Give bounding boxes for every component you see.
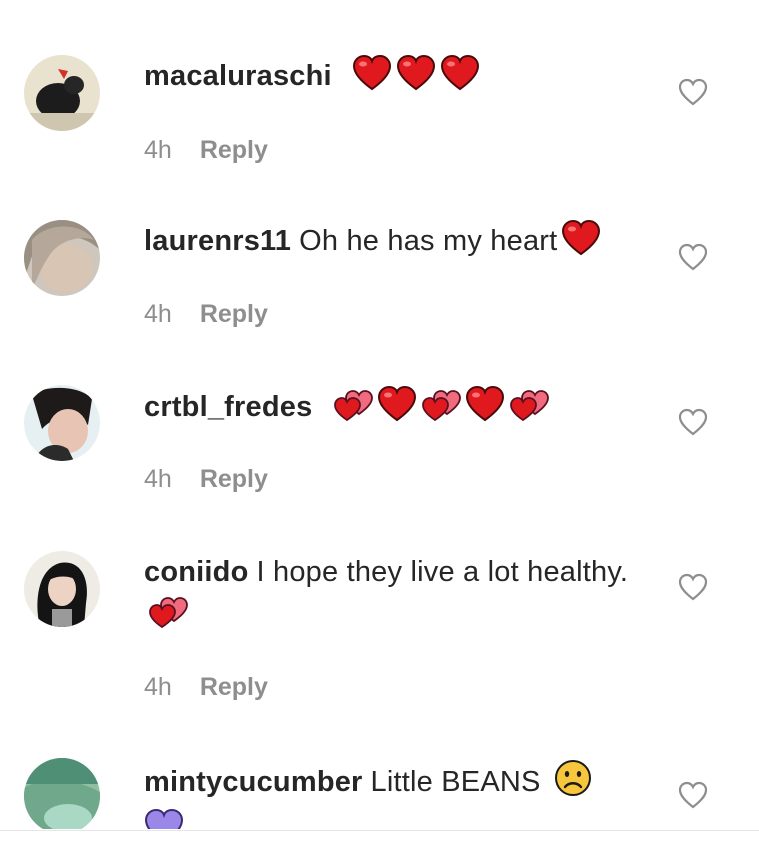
- avatar[interactable]: [24, 758, 100, 829]
- like-heart-icon[interactable]: [677, 780, 709, 810]
- purple-heart-icon: [144, 808, 184, 829]
- comment-item: mintycucumber Little BEANS: [0, 0, 759, 829]
- comment-username[interactable]: mintycucumber: [144, 766, 363, 798]
- divider: [0, 830, 759, 831]
- slightly-frowning-face-icon: [553, 759, 593, 809]
- comment-body: Little BEANS: [370, 766, 541, 798]
- comment-text: mintycucumber Little BEANS: [144, 759, 634, 829]
